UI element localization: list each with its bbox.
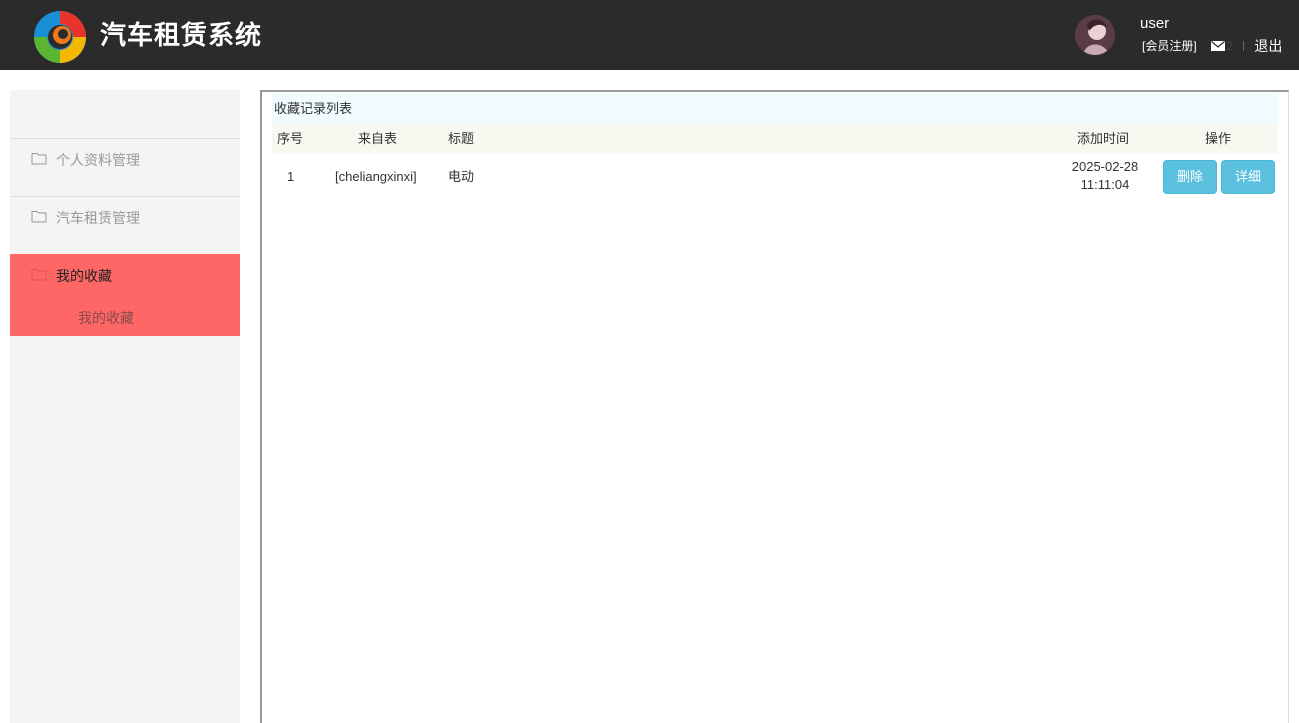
sidebar-item-profile[interactable]: 个人资料管理 — [10, 138, 240, 196]
sidebar-item-rental[interactable]: 汽车租赁管理 — [10, 196, 240, 254]
main-panel: 收藏记录列表 序号 来自表 标题 添加时间 操作 1 [cheliangxinx… — [260, 90, 1289, 723]
top-header: 汽车租赁系统 user [会员注册] 2 退出 — [0, 0, 1299, 70]
divider — [1243, 41, 1245, 51]
mail-icon[interactable] — [1210, 41, 1225, 51]
row-date: 2025-02-28 — [1071, 159, 1139, 174]
submenu-item-favorites[interactable]: 我的收藏 — [78, 309, 134, 327]
column-header-source: 来自表 — [358, 131, 398, 146]
row-title: 电动 — [448, 169, 475, 184]
row-index: 1 — [287, 169, 295, 184]
folder-icon — [31, 153, 47, 165]
message-count[interactable]: 2 — [1227, 38, 1234, 54]
sidebar-item-label: 汽车租赁管理 — [56, 210, 140, 226]
site-title: 汽车租赁系统 — [100, 21, 263, 51]
table-row: 1 [cheliangxinxi] 电动 2025-02-28 11:11:04… — [272, 154, 1278, 200]
column-header-actions: 操作 — [1205, 131, 1232, 146]
detail-button[interactable]: 详细 — [1221, 160, 1275, 194]
register-link[interactable]: [会员注册] — [1142, 38, 1197, 54]
avatar-image-icon — [1075, 15, 1115, 55]
panel-title: 收藏记录列表 — [272, 94, 1278, 124]
folder-icon — [31, 211, 47, 223]
sidebar-item-label: 我的收藏 — [56, 268, 112, 284]
username: user — [1140, 15, 1170, 32]
sidebar: 个人资料管理 汽车租赁管理 我的收藏 我的收藏 — [10, 90, 240, 723]
sidebar-item-label: 个人资料管理 — [56, 152, 140, 168]
logo-icon — [34, 11, 86, 63]
row-source: [cheliangxinxi] — [335, 169, 417, 184]
row-added-time: 2025-02-28 11:11:04 — [1062, 158, 1148, 194]
column-header-title: 标题 — [448, 131, 475, 146]
row-time: 11:11:04 — [1080, 177, 1130, 192]
delete-button[interactable]: 删除 — [1163, 160, 1217, 194]
folder-icon — [31, 269, 47, 281]
user-avatar[interactable] — [1075, 15, 1115, 55]
logout-link[interactable]: 退出 — [1254, 38, 1282, 54]
column-header-index: 序号 — [277, 131, 304, 146]
sidebar-item-favorites[interactable]: 我的收藏 我的收藏 — [10, 254, 240, 336]
column-header-added-time: 添加时间 — [1077, 131, 1130, 146]
table-header: 序号 来自表 标题 添加时间 操作 — [272, 124, 1278, 154]
user-links: [会员注册] 2 退出 — [1142, 38, 1282, 54]
